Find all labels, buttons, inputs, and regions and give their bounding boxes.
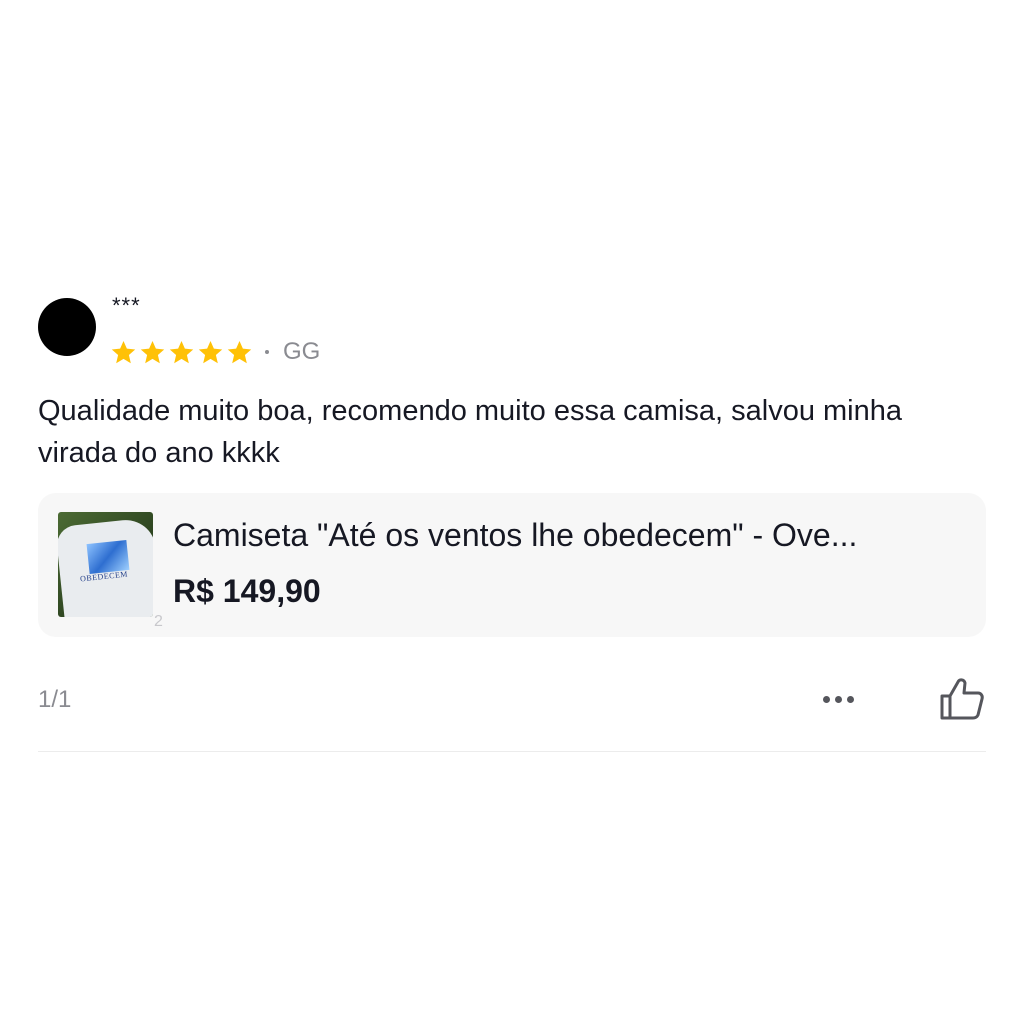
reviewer-name: *** [112,293,141,318]
review-text: Qualidade muito boa, recomendo muito ess… [38,395,903,469]
image-counter: 1/1 [38,686,72,713]
thumbnail-image-count: 2 [154,613,163,630]
avatar[interactable] [38,298,96,356]
star-icon [227,340,252,363]
more-options-button[interactable] [816,684,860,714]
star-icon [169,340,194,363]
star-rating [110,339,253,366]
star-icon [140,340,165,363]
star-icon [111,340,136,363]
product-card[interactable]: OBEDECEM 2 Camiseta "Até os ventos lhe o… [38,493,986,637]
variant-label: GG [283,338,321,365]
more-dots-icon-dot [846,695,854,703]
thumbs-up-icon [940,678,984,720]
more-dots-icon [822,695,830,703]
star-icon [198,340,223,363]
product-title: Camiseta "Até os ventos lhe obedecem" - … [173,517,858,553]
rating-row: GG [110,336,320,368]
divider [38,751,986,752]
more-dots-icon-dot [834,695,842,703]
review-footer: 1/1 [38,676,986,722]
review-header: *** GG [38,286,986,370]
product-price: R$ 149,90 [173,573,321,609]
like-button[interactable] [938,676,986,722]
product-thumbnail[interactable]: OBEDECEM [58,512,153,617]
review-card: *** GG Qualidade muito boa, recomendo mu… [38,286,986,752]
separator-dot [265,350,269,354]
